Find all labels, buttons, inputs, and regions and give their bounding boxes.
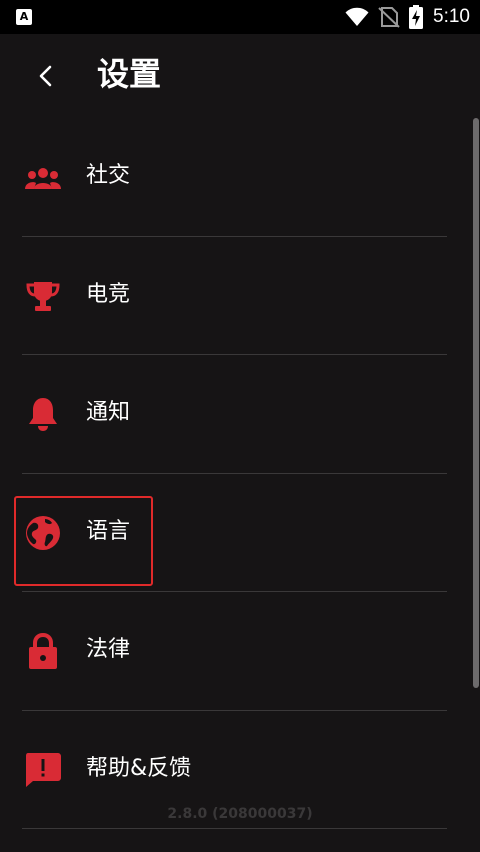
version-text: 2.8.0 (208000037)	[167, 806, 313, 822]
settings-item-label: 语言	[86, 518, 131, 544]
settings-item-notifications[interactable]: 通知	[0, 355, 480, 474]
status-bar: A 5:10	[0, 0, 480, 34]
globe-icon	[22, 512, 64, 554]
settings-item-label: 通知	[86, 400, 131, 425]
trophy-icon	[22, 275, 64, 317]
lock-icon	[22, 630, 64, 672]
settings-item-legal[interactable]: 法律	[0, 592, 480, 711]
chevron-left-icon	[39, 65, 52, 87]
wifi-icon	[345, 7, 369, 26]
bell-icon	[22, 393, 64, 435]
settings-list: 社交 电竞 通知 语言 法律 帮助&反馈	[0, 118, 480, 829]
people-icon	[22, 158, 64, 200]
settings-item-label: 电竞	[86, 281, 131, 307]
page-title: 设置	[97, 55, 162, 93]
scrollbar[interactable]	[473, 118, 479, 688]
settings-item-social[interactable]: 社交	[0, 118, 480, 237]
divider	[22, 828, 447, 829]
app-notification-icon: A	[16, 9, 32, 25]
battery-charging-icon	[409, 5, 424, 29]
back-button[interactable]	[26, 56, 66, 96]
status-time: 5:10	[433, 6, 470, 27]
settings-item-label: 帮助&反馈	[86, 755, 192, 781]
settings-item-language[interactable]: 语言	[0, 474, 480, 592]
settings-item-label: 法律	[86, 637, 131, 662]
settings-item-label: 社交	[86, 163, 131, 188]
header: 设置	[0, 34, 480, 118]
settings-item-esports[interactable]: 电竞	[0, 237, 480, 355]
no-sim-icon	[378, 7, 400, 28]
feedback-icon	[22, 749, 64, 791]
status-icons: 5:10	[345, 0, 470, 34]
